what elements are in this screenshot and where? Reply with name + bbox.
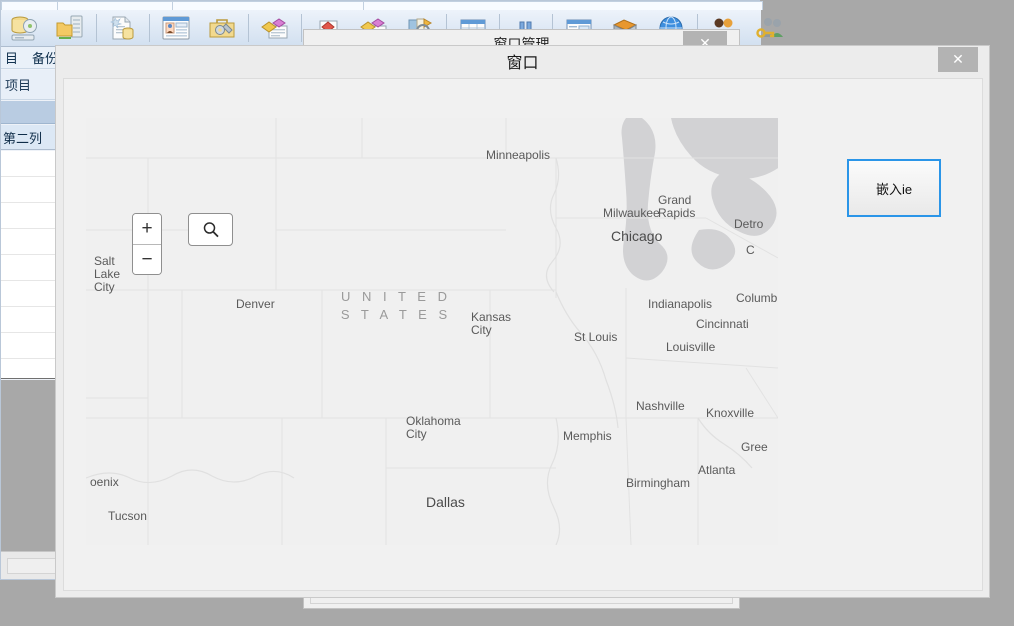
map-city-label: Detro xyxy=(734,218,763,230)
map-city-label: Gree xyxy=(741,441,768,453)
toolbar-tab-2[interactable] xyxy=(57,1,173,10)
toolbar-separator xyxy=(96,14,97,42)
map-city-label: Kansas xyxy=(471,311,511,323)
map-city-label: Columb xyxy=(736,292,777,304)
map-city-label: C xyxy=(746,244,755,256)
toolbar-separator xyxy=(248,14,249,42)
map-city-label: Tucson xyxy=(108,510,147,522)
map-city-label: Salt xyxy=(94,255,115,267)
map-zoom-in-button[interactable]: + xyxy=(133,214,161,245)
dialog-body: U N I T E D S T A T E S Minneapolis Milwa… xyxy=(63,78,983,591)
map-city-label: Louisville xyxy=(666,341,715,353)
dialog-close-button[interactable]: ✕ xyxy=(938,47,978,72)
toolbar-tabstrip xyxy=(1,1,761,9)
map-city-label: Rapids xyxy=(658,207,695,219)
map-city-label: Atlanta xyxy=(698,464,735,476)
menu-item-project[interactable]: 目 xyxy=(5,48,18,67)
map-city-label: Indianapolis xyxy=(648,298,712,310)
dialog-titlebar[interactable]: 窗口 ✕ xyxy=(56,46,989,77)
sub-toolbar-label: 项目 xyxy=(5,75,31,94)
map-city-label: Lake xyxy=(94,268,120,280)
map-city-label: City xyxy=(94,281,115,293)
map-country-label: U N I T E D S T A T E S xyxy=(336,288,456,324)
map-city-label: Minneapolis xyxy=(486,149,550,161)
country-label-line1: U N I T E D xyxy=(336,288,456,306)
user-permission-key-icon[interactable] xyxy=(747,9,793,47)
map-city-label: Nashville xyxy=(636,400,685,412)
map-zoom-out-button[interactable]: − xyxy=(133,245,161,275)
toolbar-tab-3[interactable] xyxy=(172,1,364,10)
new-database-doc-icon[interactable] xyxy=(100,9,146,47)
map-city-label: Memphis xyxy=(563,430,612,442)
map-city-label: oenix xyxy=(90,476,119,488)
map-search-button[interactable] xyxy=(188,213,233,246)
embed-ie-button[interactable]: 嵌入ie xyxy=(847,159,941,217)
map-zoom-controls[interactable]: + − xyxy=(132,213,162,275)
map-city-label: Milwaukee xyxy=(603,207,660,219)
country-label-line2: S T A T E S xyxy=(336,306,456,324)
tools-briefcase-icon[interactable] xyxy=(199,9,245,47)
map-city-label: St Louis xyxy=(574,331,617,343)
window-dialog: 窗口 ✕ xyxy=(55,45,990,598)
database-disc-icon[interactable] xyxy=(1,9,47,47)
map-city-label: City xyxy=(471,324,492,336)
map-city-label: City xyxy=(406,428,427,440)
map-city-label: Birmingham xyxy=(626,477,690,489)
map-city-label: Dallas xyxy=(426,496,465,508)
magnifier-icon xyxy=(202,221,220,239)
map-city-label: Oklahoma xyxy=(406,415,461,427)
toolbar-separator xyxy=(149,14,150,42)
map-city-label: Grand xyxy=(658,194,691,206)
add-record-icon[interactable] xyxy=(252,9,298,47)
map-city-label: Denver xyxy=(236,298,275,310)
dialog-title: 窗口 xyxy=(56,49,989,73)
server-folder-icon[interactable] xyxy=(47,9,93,47)
contact-card-icon[interactable] xyxy=(153,9,199,47)
map-city-label: Chicago xyxy=(611,230,662,242)
toolbar-tab-4[interactable] xyxy=(363,1,763,10)
map-city-label: Cincinnati xyxy=(696,318,749,330)
toolbar-tab-1[interactable] xyxy=(1,1,58,10)
toolbar-separator xyxy=(301,14,302,42)
column-header-second[interactable]: 第二列 xyxy=(3,128,42,147)
map-canvas[interactable]: U N I T E D S T A T E S Minneapolis Milwa… xyxy=(86,118,778,545)
map-city-label: Knoxville xyxy=(706,407,754,419)
